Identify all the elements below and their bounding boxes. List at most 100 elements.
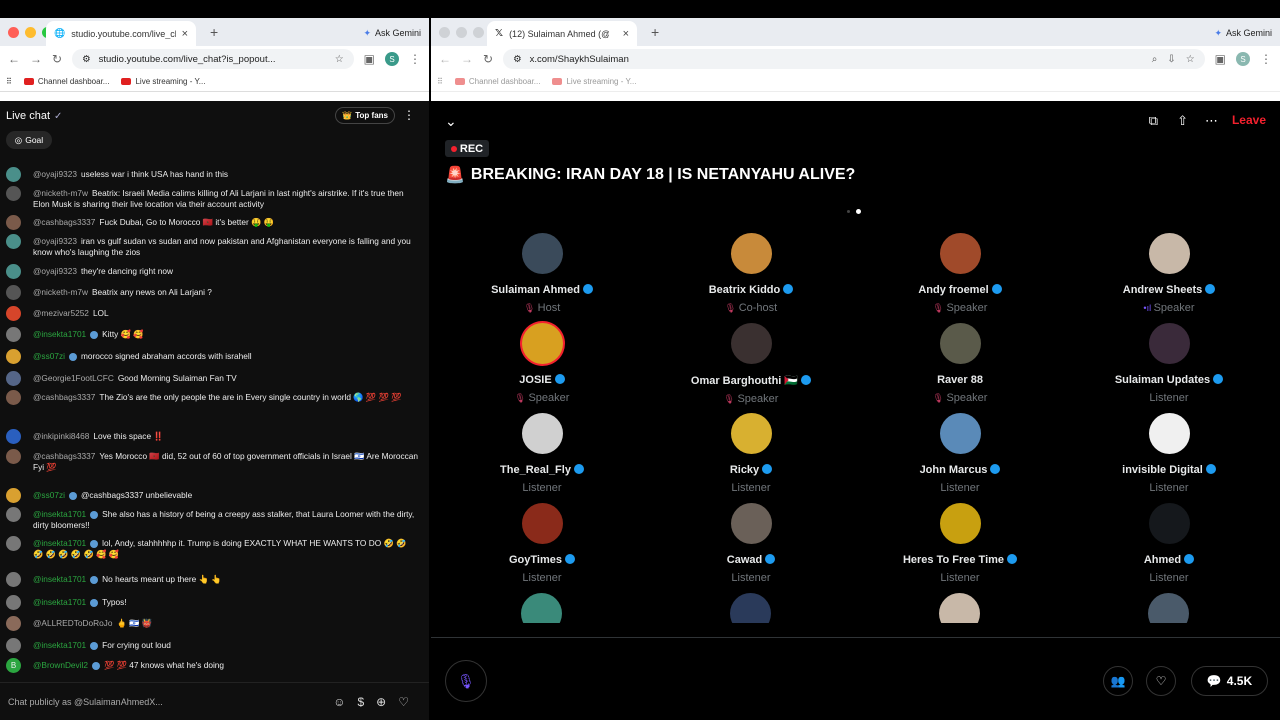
add-icon[interactable]: ⊕ xyxy=(376,695,386,709)
participant-avatar[interactable] xyxy=(521,503,563,544)
browser-tab-active[interactable]: 𝕏 (12) Sulaiman Ahmed (@S × xyxy=(487,21,637,46)
extensions-icon[interactable]: ▣ xyxy=(1215,52,1226,66)
more-options-icon[interactable]: ⋯ xyxy=(1205,113,1218,129)
participant-card[interactable]: John Marcus Listener xyxy=(860,413,1060,494)
apps-grid-icon[interactable]: ⠿ xyxy=(437,77,443,86)
bookmark-star-icon[interactable]: ☆ xyxy=(335,54,344,65)
top-fans-button[interactable]: 👑 Top fans xyxy=(335,107,395,124)
message-author[interactable]: @mezivar5252 xyxy=(33,308,89,318)
bookmark-item[interactable]: Live streaming - Y... xyxy=(552,77,636,86)
participant-card[interactable]: Raver 88 🎙 Speaker xyxy=(860,323,1060,404)
avatar[interactable] xyxy=(6,167,21,182)
new-tab-button[interactable]: + xyxy=(651,24,659,40)
close-tab-icon[interactable]: × xyxy=(182,28,188,40)
participant-avatar[interactable] xyxy=(521,233,563,274)
avatar[interactable] xyxy=(6,507,21,522)
people-button[interactable]: 👥 xyxy=(1103,666,1133,696)
avatar[interactable] xyxy=(6,327,21,342)
participant-card[interactable]: invisible Digital Listener xyxy=(1069,413,1269,494)
more-options-icon[interactable]: ⋮ xyxy=(403,108,415,122)
back-icon[interactable]: ← xyxy=(8,52,20,66)
participant-card[interactable]: Sulaiman Ahmed 🎙 Host xyxy=(442,233,642,314)
participant-avatar[interactable] xyxy=(521,593,562,623)
participant-card[interactable]: Beatrix Kiddo 🎙 Co-host xyxy=(651,233,851,314)
ask-gemini-button[interactable]: ✦ Ask Gemini xyxy=(1214,24,1272,42)
participant-card[interactable]: The_Real_Fly Listener xyxy=(442,413,642,494)
message-author[interactable]: @insekta1701 xyxy=(33,509,86,519)
emoji-icon[interactable]: ☺ xyxy=(333,695,345,709)
participant-avatar[interactable] xyxy=(939,323,981,364)
menu-icon[interactable]: ⋮ xyxy=(409,52,421,66)
avatar[interactable] xyxy=(6,390,21,405)
chat-input[interactable]: Chat publicly as @SulaimanAhmedX... xyxy=(8,697,163,707)
message-author[interactable]: @ss07zi xyxy=(33,490,65,500)
message-author[interactable]: @inkipinki8468 xyxy=(33,431,89,441)
avatar[interactable] xyxy=(6,449,21,464)
avatar[interactable] xyxy=(6,186,21,201)
apps-grid-icon[interactable]: ⠿ xyxy=(6,77,12,86)
participant-avatar[interactable] xyxy=(1148,503,1190,544)
message-author[interactable]: @nicketh-m7w xyxy=(33,188,88,198)
participant-avatar[interactable] xyxy=(730,233,772,274)
message-author[interactable]: @oyaji9323 xyxy=(33,236,77,246)
participant-card[interactable]: GoyTimes Listener xyxy=(442,503,642,584)
minimize-window-button[interactable] xyxy=(456,26,467,38)
close-window-button[interactable] xyxy=(8,26,19,38)
close-tab-icon[interactable]: × xyxy=(623,28,629,40)
forward-icon[interactable]: → xyxy=(30,52,42,66)
minimize-window-button[interactable] xyxy=(25,26,36,38)
heart-icon[interactable]: ♡ xyxy=(398,695,409,709)
forward-icon[interactable]: → xyxy=(461,52,473,66)
new-tab-button[interactable]: + xyxy=(210,24,218,40)
message-author[interactable]: @nicketh-m7w xyxy=(33,287,88,297)
avatar[interactable] xyxy=(6,234,21,249)
collapse-chevron-icon[interactable]: ⌄ xyxy=(445,113,457,130)
message-author[interactable]: @insekta1701 xyxy=(33,538,86,548)
participant-card[interactable]: Cawad Listener xyxy=(651,503,851,584)
avatar[interactable] xyxy=(6,349,21,364)
message-author[interactable]: @insekta1701 xyxy=(33,640,86,650)
message-author[interactable]: @cashbags3337 xyxy=(33,217,95,227)
leave-button[interactable]: Leave xyxy=(1232,113,1266,127)
avatar[interactable] xyxy=(6,429,21,444)
reload-icon[interactable]: ↻ xyxy=(483,52,493,66)
super-chat-icon[interactable]: $ xyxy=(357,695,364,709)
profile-avatar[interactable]: S xyxy=(1236,52,1250,66)
participant-avatar[interactable] xyxy=(1148,323,1190,364)
browser-tab-active[interactable]: 🌐 studio.youtube.com/live_chat × xyxy=(46,21,196,46)
zoom-icon[interactable]: ⌕ xyxy=(1152,54,1158,65)
message-author[interactable]: @insekta1701 xyxy=(33,597,86,607)
participant-card[interactable]: Ricky Listener xyxy=(651,413,851,494)
avatar[interactable] xyxy=(6,638,21,653)
message-author[interactable]: @cashbags3337 xyxy=(33,392,95,402)
participant-card[interactable]: Ahmed Listener xyxy=(1069,503,1269,584)
participant-avatar[interactable] xyxy=(730,323,772,364)
participant-avatar[interactable] xyxy=(939,593,980,623)
message-author[interactable]: @ss07zi xyxy=(33,351,65,361)
message-author[interactable]: @insekta1701 xyxy=(33,574,86,584)
participant-avatar[interactable] xyxy=(730,413,772,454)
participant-avatar[interactable] xyxy=(1148,593,1189,623)
participant-avatar[interactable] xyxy=(521,413,563,454)
message-author[interactable]: @oyaji9323 xyxy=(33,169,77,179)
participant-avatar[interactable] xyxy=(939,503,981,544)
back-icon[interactable]: ← xyxy=(439,52,451,66)
avatar[interactable] xyxy=(6,371,21,386)
bookmark-star-icon[interactable]: ☆ xyxy=(1186,54,1195,65)
avatar[interactable] xyxy=(6,215,21,230)
dock-icon[interactable]: ⧉ xyxy=(1149,113,1158,129)
avatar[interactable] xyxy=(6,264,21,279)
page-dot[interactable] xyxy=(847,210,850,213)
participant-avatar[interactable] xyxy=(939,413,981,454)
maximize-window-button[interactable] xyxy=(473,26,484,38)
menu-icon[interactable]: ⋮ xyxy=(1260,52,1272,66)
participant-card[interactable]: Omar Barghouthi 🇵🇸 🎙 Speaker xyxy=(651,323,851,405)
participant-avatar[interactable] xyxy=(1148,233,1190,274)
avatar[interactable] xyxy=(6,572,21,587)
site-info-icon[interactable]: ⚙ xyxy=(513,54,522,65)
participant-card[interactable]: Heres To Free Time Listener xyxy=(860,503,1060,584)
bookmark-item[interactable]: Channel dashboar... xyxy=(23,77,109,86)
avatar[interactable] xyxy=(6,595,21,610)
avatar[interactable] xyxy=(6,306,21,321)
share-icon[interactable]: ⇧ xyxy=(1177,113,1188,129)
